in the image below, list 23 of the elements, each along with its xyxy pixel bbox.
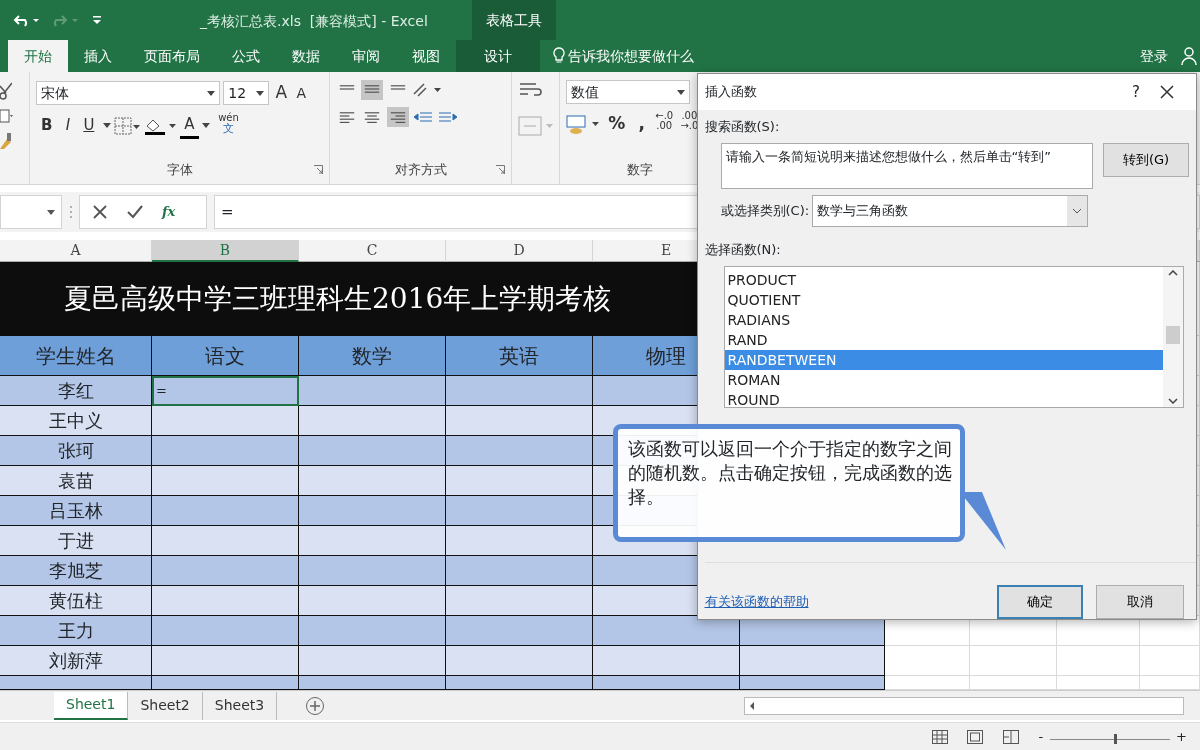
window-title: _考核汇总表.xls [兼容模式] - Excel (200, 12, 429, 31)
table-cell: 李旭芝 (0, 556, 152, 586)
field-label: 或选择类别(C): (720, 202, 810, 221)
table-cell: 吕玉林 (0, 496, 152, 526)
table-cell: 刘新萍 (0, 646, 152, 676)
table-cell: 于进 (0, 526, 152, 556)
table-cell: 王中义 (0, 406, 152, 436)
callout-text: 该函数可以返回一个介于指定的数字之间的随机数。点击确定按钮，完成函数的选择。 (613, 424, 965, 542)
table-cell: 王力 (0, 616, 152, 646)
group-label: 对齐方式 (394, 160, 447, 179)
table-cell: 张珂 (0, 436, 152, 466)
table-cell: 李红 (0, 376, 152, 406)
dialog-title: 插入函数 (704, 83, 758, 102)
header-cell: 英语 (446, 336, 593, 376)
table-cell: 袁苗 (0, 466, 152, 496)
context-tab-label: 表格工具 (472, 0, 556, 40)
group-label: 数字 (627, 160, 653, 179)
header-cell: 语文 (152, 336, 299, 376)
header-cell: 数学 (299, 336, 446, 376)
group-label: 字体 (166, 160, 193, 179)
table-cell: 黄伍柱 (0, 586, 152, 616)
field-label: 搜索函数(S): (704, 118, 780, 134)
header-cell: 学生姓名 (0, 336, 152, 376)
